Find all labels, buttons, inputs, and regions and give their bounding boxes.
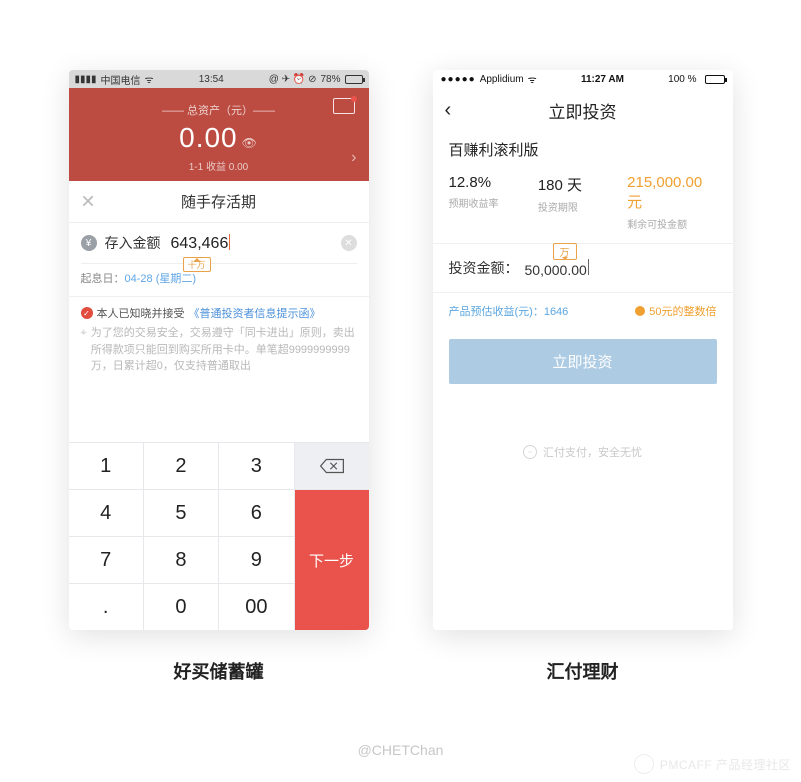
sheet-header: ✕ 随手存活期 bbox=[69, 181, 369, 223]
asset-subline: 1-1 收益 0.00 bbox=[69, 158, 369, 173]
safety-note: 为了您的交易安全，交易遵守「同卡进出」原则，卖出所得款项只能回到购买所用卡中。单… bbox=[91, 325, 357, 375]
invest-amount-input[interactable]: 50,000.00 bbox=[525, 259, 589, 278]
deposit-sheet: ✕ 随手存活期 ¥ 存入金额 643,466 十万 ✕ 起息日：04-28 (星… bbox=[69, 181, 369, 630]
back-icon[interactable]: ‹ bbox=[445, 99, 452, 122]
backspace-key[interactable] bbox=[295, 443, 369, 489]
phone-right: ●●●●● Applidium ᯤ 11:27 AM 100 % ‹ 立即投资 … bbox=[433, 70, 733, 630]
checkmark-icon[interactable]: ✓ bbox=[81, 307, 93, 319]
nav-title: 立即投资 bbox=[549, 98, 617, 123]
agree-link[interactable]: 《普通投资者信息提示函》 bbox=[189, 305, 321, 321]
agree-text: 本人已知晓并接受 bbox=[97, 305, 185, 321]
multiple-hint: 50元的整数倍 bbox=[635, 303, 716, 319]
close-icon[interactable]: ✕ bbox=[81, 191, 96, 212]
bulb-icon bbox=[635, 306, 645, 316]
stat-remain: 215,000.00元 剩余可投金额 bbox=[627, 174, 716, 231]
amount-row[interactable]: ¥ 存入金额 643,466 十万 ✕ bbox=[69, 223, 369, 263]
amount-input[interactable]: 643,466 bbox=[171, 234, 231, 253]
pin-icon: ⌖ bbox=[81, 325, 87, 375]
amount-label: 存入金额 bbox=[105, 233, 161, 253]
asset-summary[interactable]: —— 总资产（元）—— 0.00👁 1-1 收益 0.00 › bbox=[69, 88, 369, 181]
estimate-row: 产品预估收益(元)：1646 50元的整数倍 bbox=[433, 293, 733, 329]
stat-term: 180 天 投资期限 bbox=[538, 174, 627, 231]
nav-bar: ‹ 立即投资 bbox=[433, 88, 733, 135]
amount-unit-tag: 十万 bbox=[183, 257, 211, 272]
key-1[interactable]: 1 bbox=[69, 443, 143, 489]
caption-right: 汇付理财 bbox=[547, 658, 619, 684]
watermark-icon bbox=[634, 754, 654, 774]
clear-icon[interactable]: ✕ bbox=[341, 235, 357, 251]
next-button[interactable]: 下一步 bbox=[295, 490, 369, 630]
invest-unit-tag: 万 bbox=[553, 243, 577, 260]
phone-left: ▮▮▮▮ 中国电信 ᯤ 13:54 @ ✈ ⏰ ⊘ 78% —— 总资产（元）—… bbox=[69, 70, 369, 630]
asset-amount: 0.00👁 bbox=[69, 122, 369, 154]
start-date-row: 起息日：04-28 (星期二) bbox=[69, 264, 369, 296]
battery-pct: 78% bbox=[320, 74, 340, 85]
key-7[interactable]: 7 bbox=[69, 537, 143, 583]
numeric-keypad: 1 2 3 4 5 6 下一步 7 8 9 . 0 00 bbox=[69, 442, 369, 630]
key-4[interactable]: 4 bbox=[69, 490, 143, 536]
carrier-label: 中国电信 bbox=[101, 72, 141, 87]
key-dot[interactable]: . bbox=[69, 584, 143, 630]
invest-amount-row[interactable]: 投资金额： 50,000.00 万 bbox=[433, 244, 733, 293]
shield-icon: ~ bbox=[523, 445, 537, 459]
status-icons: @ ✈ ⏰ ⊘ bbox=[269, 74, 317, 85]
watermark: PMCAFF 产品经理社区 bbox=[634, 754, 791, 774]
agreement-block: ✓ 本人已知晓并接受 《普通投资者信息提示函》 ⌖ 为了您的交易安全，交易遵守「… bbox=[69, 296, 369, 385]
invest-button[interactable]: 立即投资 bbox=[449, 339, 717, 384]
product-section: 百赚利滚利版 12.8% 预期收益率 180 天 投资期限 215,000.00… bbox=[433, 135, 733, 244]
key-0[interactable]: 0 bbox=[144, 584, 218, 630]
status-bar: ▮▮▮▮ 中国电信 ᯤ 13:54 @ ✈ ⏰ ⊘ 78% bbox=[69, 70, 369, 88]
eye-icon[interactable]: 👁 bbox=[242, 136, 258, 150]
wifi-icon: ᯤ bbox=[528, 72, 537, 86]
key-2[interactable]: 2 bbox=[144, 443, 218, 489]
caption-left: 好买储蓄罐 bbox=[174, 658, 264, 684]
wifi-icon: ᯤ bbox=[145, 72, 154, 86]
key-00[interactable]: 00 bbox=[219, 584, 293, 630]
estimate-text: 产品预估收益(元)：1646 bbox=[449, 303, 569, 319]
status-bar: ●●●●● Applidium ᯤ 11:27 AM 100 % bbox=[433, 70, 733, 88]
key-3[interactable]: 3 bbox=[219, 443, 293, 489]
yen-icon: ¥ bbox=[81, 235, 97, 251]
stat-rate: 12.8% 预期收益率 bbox=[449, 174, 538, 231]
asset-label: —— 总资产（元）—— bbox=[69, 102, 369, 118]
inbox-icon[interactable] bbox=[333, 98, 355, 114]
product-name: 百赚利滚利版 bbox=[449, 139, 717, 160]
battery-pct: 100 % bbox=[668, 74, 696, 85]
key-6[interactable]: 6 bbox=[219, 490, 293, 536]
battery-icon bbox=[705, 75, 725, 84]
chevron-right-icon[interactable]: › bbox=[351, 149, 356, 167]
battery-icon bbox=[345, 75, 363, 84]
carrier-label: Applidium bbox=[480, 74, 524, 85]
key-9[interactable]: 9 bbox=[219, 537, 293, 583]
clock-label: 11:27 AM bbox=[581, 74, 624, 85]
clock-label: 13:54 bbox=[199, 74, 224, 85]
key-5[interactable]: 5 bbox=[144, 490, 218, 536]
safety-footer: ~ 汇付支付，安全无忧 bbox=[433, 444, 733, 460]
invest-amount-label: 投资金额： bbox=[449, 258, 519, 278]
signal-icon: ▮▮▮▮ bbox=[75, 74, 97, 85]
signal-icon: ●●●●● bbox=[441, 74, 476, 85]
sheet-title: 随手存活期 bbox=[181, 191, 256, 212]
key-8[interactable]: 8 bbox=[144, 537, 218, 583]
